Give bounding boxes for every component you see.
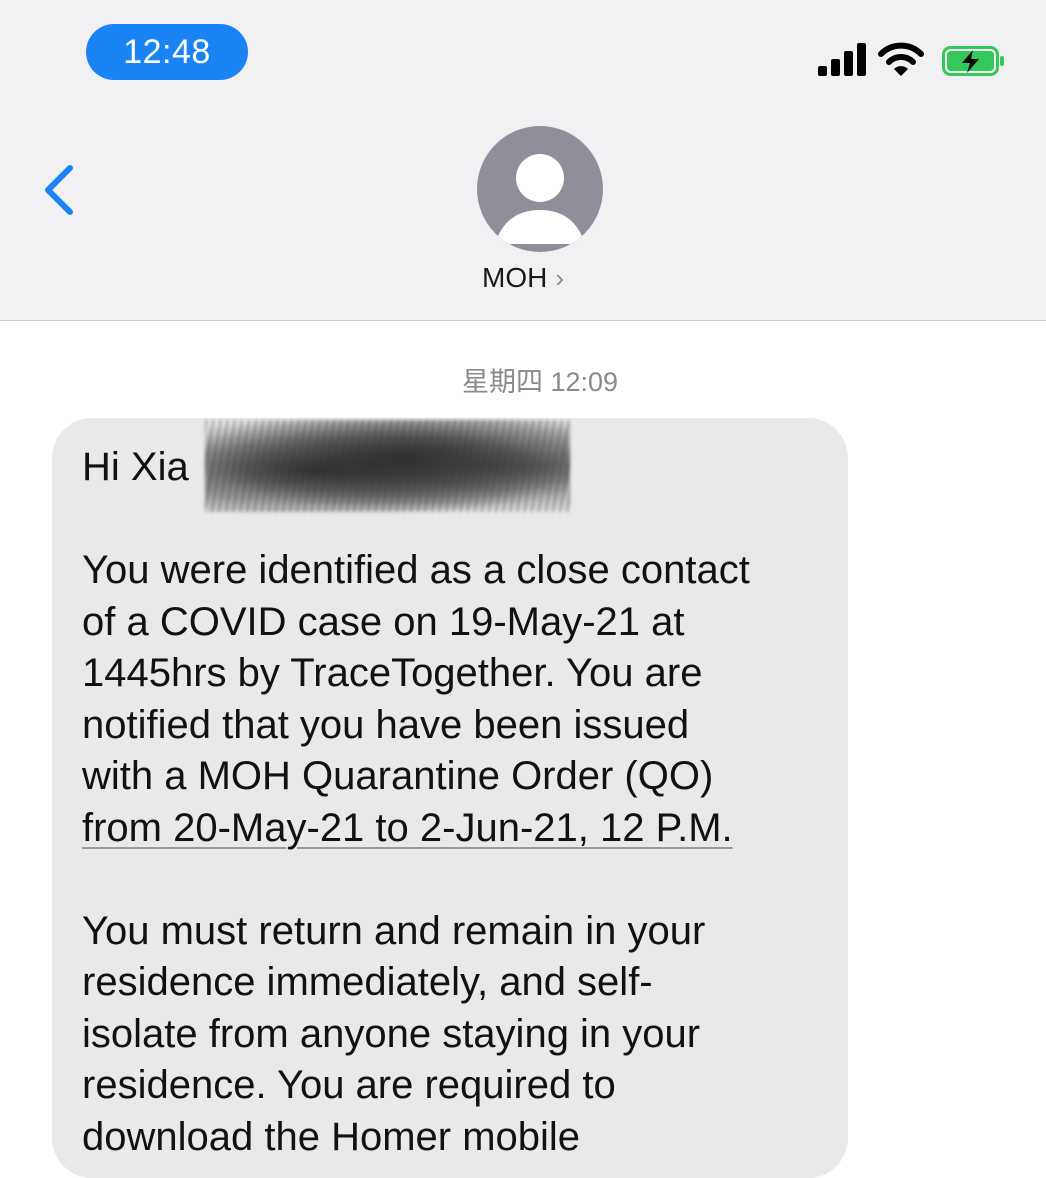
person-icon — [495, 154, 585, 244]
message-line: 1445hrs by TraceTogether. You are — [82, 651, 703, 695]
chevron-left-icon[interactable] — [38, 160, 78, 220]
message-line: download the Homer mobile — [82, 1114, 581, 1159]
message-line: isolate from anyone staying in your — [82, 1011, 701, 1056]
message-line: You were identified as a close contact — [82, 548, 750, 592]
message-line: with a MOH Quarantine Order (QO) — [82, 754, 714, 798]
cellular-signal-icon — [818, 42, 868, 76]
contact-name-row[interactable]: MOH › — [0, 262, 1046, 294]
message-line: residence immediately, and self- — [82, 960, 653, 1004]
message-line: You must return and remain in your — [82, 908, 706, 953]
wifi-icon — [878, 42, 924, 76]
status-time[interactable]: 12:48 — [86, 24, 248, 80]
redacted-name-scribble — [205, 420, 570, 512]
chevron-right-icon: › — [555, 263, 564, 293]
message-text: Hi Xia You were identified as a close co… — [82, 442, 822, 1163]
message-line: of a COVID case on 19-May-21 at — [82, 599, 685, 644]
message-line: notified that you have been issued — [82, 702, 690, 747]
conversation-header: 12:48 MOH › — [0, 0, 1046, 321]
battery-charging-icon — [942, 46, 1004, 76]
message-timestamp: 星期四 12:09 — [461, 367, 619, 397]
message-line: residence. You are required to — [82, 1063, 616, 1107]
message-date-link[interactable]: from 20-May-21 to 2-Jun-21, 12 P.M. — [82, 803, 822, 855]
contact-name: MOH — [482, 262, 548, 293]
contact-avatar[interactable] — [477, 126, 603, 252]
